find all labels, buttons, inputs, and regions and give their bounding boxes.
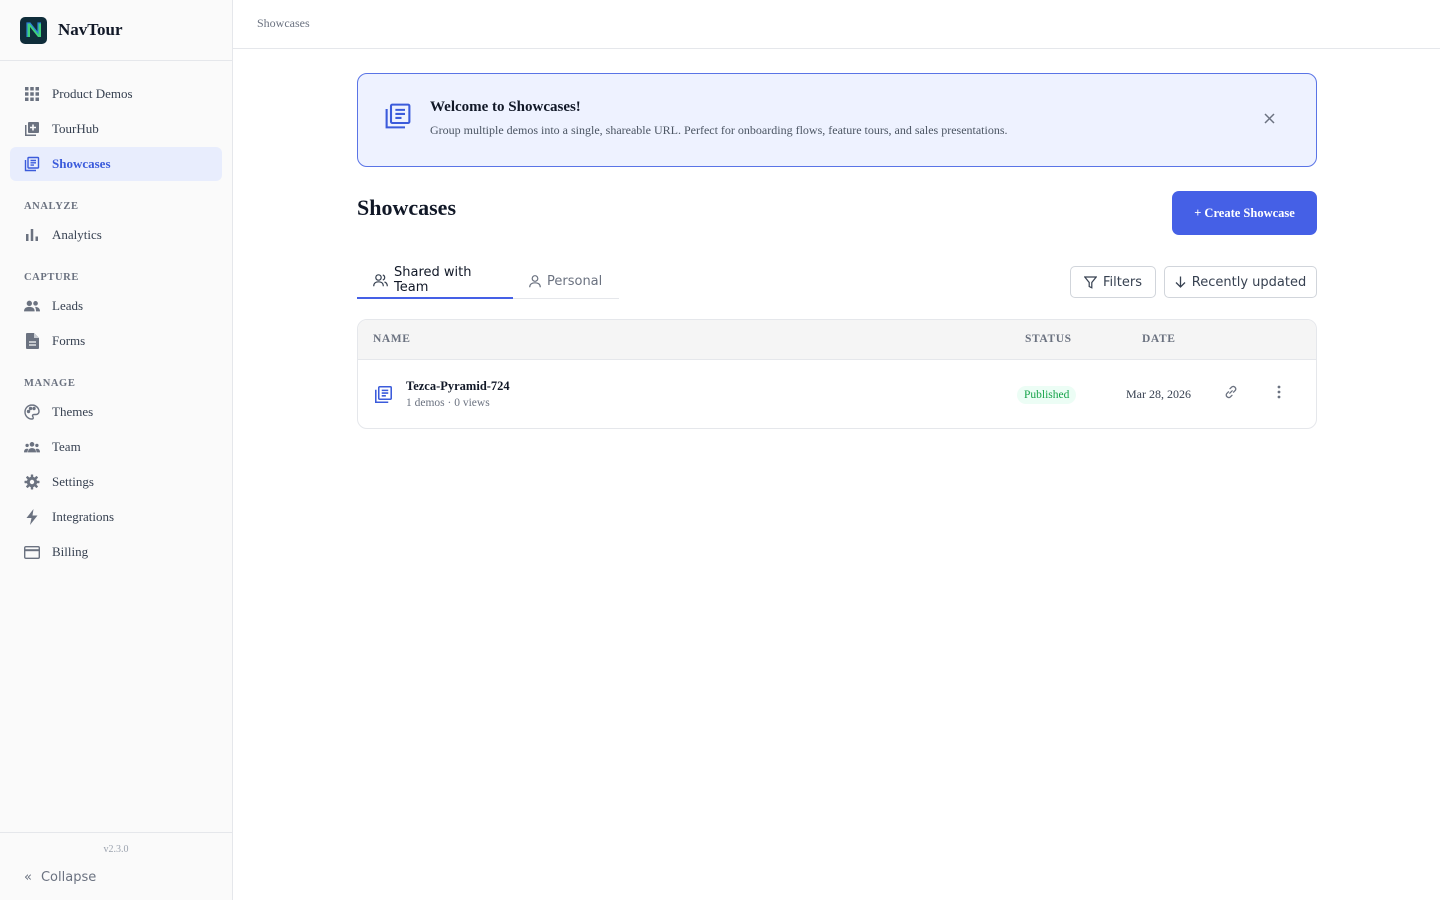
sidebar-item-label: TourHub: [52, 121, 99, 136]
banner-close-button[interactable]: [1260, 111, 1278, 129]
column-header-date[interactable]: DATE: [1142, 333, 1176, 345]
link-icon: [1223, 384, 1239, 405]
welcome-banner: Welcome to Showcases! Group multiple dem…: [357, 73, 1317, 167]
more-vertical-icon: [1277, 385, 1281, 404]
bar-chart-icon: [24, 227, 40, 243]
brand-name: NavTour: [58, 20, 123, 39]
tabs: Shared with Team Personal: [357, 263, 619, 299]
sidebar-footer: v2.3.0 « Collapse: [0, 832, 232, 900]
showcase-date: Mar 28, 2026: [1126, 387, 1191, 401]
user-icon: [529, 274, 541, 288]
more-actions-button[interactable]: [1270, 385, 1288, 403]
banner-text: Group multiple demos into a single, shar…: [430, 123, 1008, 137]
chevrons-left-icon: «: [24, 870, 32, 885]
app-version: v2.3.0: [103, 844, 129, 855]
users-icon: [373, 273, 388, 287]
filters-label: Filters: [1103, 274, 1142, 290]
sidebar-item-team[interactable]: Team: [10, 430, 222, 464]
sidebar: NavTour Product Demos TourHub Showcases …: [0, 0, 233, 900]
sidebar-item-themes[interactable]: Themes: [10, 395, 222, 429]
sidebar-item-tourhub[interactable]: TourHub: [10, 112, 222, 146]
arrow-down-icon: [1175, 276, 1186, 288]
sidebar-item-analytics[interactable]: Analytics: [10, 218, 222, 252]
navtour-logo-icon: [20, 16, 47, 44]
main-content: Welcome to Showcases! Group multiple dem…: [357, 73, 1317, 429]
sidebar-item-product-demos[interactable]: Product Demos: [10, 77, 222, 111]
sidebar-item-leads[interactable]: Leads: [10, 289, 222, 323]
palette-icon: [24, 404, 40, 420]
filters-button[interactable]: Filters: [1070, 266, 1156, 298]
sidebar-item-integrations[interactable]: Integrations: [10, 500, 222, 534]
showcases-icon: [24, 156, 40, 172]
brand[interactable]: NavTour: [0, 0, 232, 61]
table-row[interactable]: Tezca-Pyramid-724 1 demos · 0 views Publ…: [358, 360, 1316, 428]
sidebar-item-label: Product Demos: [52, 86, 133, 101]
tab-label: Shared with Team: [394, 265, 472, 295]
gear-icon: [24, 474, 40, 490]
sidebar-item-label: Showcases: [52, 156, 111, 171]
sidebar-item-label: Billing: [52, 544, 89, 559]
filter-icon: [1084, 275, 1098, 289]
sidebar-item-billing[interactable]: Billing: [10, 535, 222, 569]
column-header-name[interactable]: NAME: [373, 333, 411, 345]
sort-label: Recently updated: [1191, 274, 1307, 290]
sidebar-nav: Product Demos TourHub Showcases ANALYZE …: [0, 61, 232, 569]
collapse-label: Collapse: [40, 870, 97, 885]
tourhub-icon: [24, 121, 40, 137]
sidebar-item-settings[interactable]: Settings: [10, 465, 222, 499]
page-title: Showcases: [357, 195, 457, 220]
sidebar-item-label: Analytics: [52, 227, 102, 242]
create-showcase-button[interactable]: + Create Showcase: [1172, 191, 1317, 235]
sidebar-item-label: Themes: [52, 404, 94, 419]
showcases-table: NAME STATUS DATE Tezca-Pyramid-724 1 dem…: [357, 319, 1317, 429]
grid-icon: [24, 86, 40, 102]
sidebar-item-label: Integrations: [52, 509, 115, 524]
sidebar-item-showcases[interactable]: Showcases: [10, 147, 222, 181]
collapse-button[interactable]: « Collapse: [24, 870, 96, 885]
topbar: Showcases: [233, 0, 1440, 49]
breadcrumb[interactable]: Showcases: [257, 16, 310, 31]
showcase-title[interactable]: Tezca-Pyramid-724: [406, 379, 510, 394]
copy-link-button[interactable]: [1222, 385, 1240, 403]
column-header-status[interactable]: STATUS: [1025, 333, 1072, 345]
tab-label: Personal: [547, 273, 603, 289]
section-label-capture: CAPTURE: [24, 272, 79, 283]
showcases-icon: [384, 102, 412, 135]
sidebar-item-label: Leads: [52, 298, 84, 313]
team-icon: [24, 439, 40, 455]
sort-button[interactable]: Recently updated: [1164, 266, 1317, 298]
close-icon: [1263, 111, 1275, 129]
section-label-manage: MANAGE: [24, 378, 76, 389]
tab-personal[interactable]: Personal: [513, 263, 618, 299]
sidebar-item-label: Settings: [52, 474, 94, 489]
people-icon: [24, 298, 40, 314]
tab-shared-with-team[interactable]: Shared with Team: [357, 263, 513, 299]
credit-card-icon: [24, 544, 40, 560]
showcases-icon: [374, 385, 393, 409]
table-header: NAME STATUS DATE: [358, 320, 1316, 360]
sidebar-item-label: Team: [52, 439, 81, 454]
document-icon: [24, 333, 40, 349]
status-badge: Published: [1017, 386, 1077, 404]
section-label-analyze: ANALYZE: [24, 201, 79, 212]
banner-title: Welcome to Showcases!: [430, 99, 581, 115]
sidebar-item-forms[interactable]: Forms: [10, 324, 222, 358]
sidebar-item-label: Forms: [52, 333, 86, 348]
bolt-icon: [24, 509, 40, 525]
showcase-meta: 1 demos · 0 views: [406, 397, 490, 409]
